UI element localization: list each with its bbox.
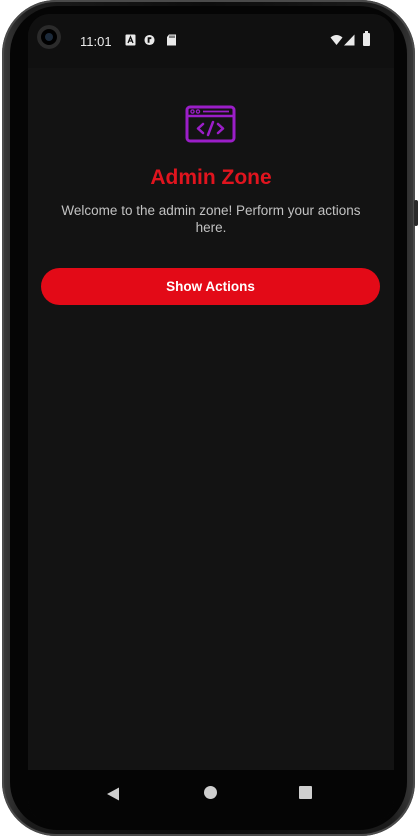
photos-icon [144,34,155,46]
a-box-icon [125,34,136,46]
screen: 11:01 Admin Zone Welcome to the admin zo… [28,14,394,822]
battery-icon [363,31,370,46]
signal-icon [344,34,355,46]
wifi-icon [330,35,343,45]
status-time: 11:01 [80,34,112,49]
recents-icon[interactable] [299,786,312,799]
back-icon[interactable] [106,787,120,801]
page-title: Admin Zone [150,166,272,189]
code-window-icon [185,105,236,143]
show-actions-button[interactable]: Show Actions [41,268,380,305]
sd-card-icon [167,34,176,46]
welcome-text: Welcome to the admin zone! Perform your … [61,203,361,235]
status-bar: 11:01 [28,14,394,68]
home-icon[interactable] [204,786,217,799]
navigation-bar [28,770,394,822]
front-camera [37,25,61,49]
volume-button [414,200,418,226]
